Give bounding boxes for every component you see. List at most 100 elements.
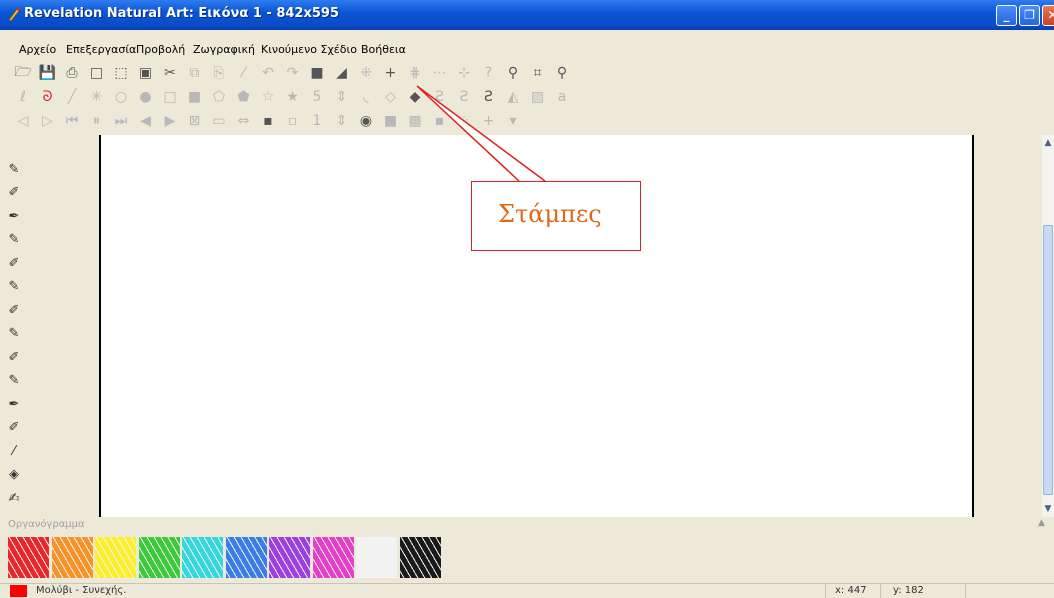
menu-view[interactable]: Προβολή [136, 43, 185, 56]
stamp-tool-icon[interactable]: ⚲ [504, 64, 522, 82]
symmetry-v-icon[interactable]: ⋕ [406, 64, 424, 82]
paste-icon[interactable]: ⎘ [210, 64, 228, 82]
restore-button[interactable]: ❐ [1019, 5, 1040, 26]
brush-dots-icon[interactable]: ⁘ [455, 112, 473, 130]
gradient-icon[interactable]: ■ [308, 64, 326, 82]
next-frame-icon[interactable]: ▷ [39, 112, 57, 130]
oil-tool-icon[interactable]: ✎ [6, 372, 22, 390]
smudge-tool-icon[interactable]: ✐ [6, 419, 22, 437]
eraser-tool-icon[interactable]: ◈ [6, 466, 22, 484]
brush-small-icon[interactable]: ▪ [431, 112, 449, 130]
frame-cross-icon[interactable]: ⊠ [186, 112, 204, 130]
frame-move-icon[interactable]: ⇔ [235, 112, 253, 130]
feather-tool-icon[interactable]: ✍ [6, 489, 22, 507]
brush-icon[interactable]: ⁄ [235, 64, 253, 82]
rect-outline-icon[interactable]: □ [161, 88, 179, 106]
open-icon[interactable]: 🗁 [14, 64, 32, 82]
color-swatch[interactable] [312, 537, 354, 578]
fill-icon[interactable]: ◭ [504, 88, 522, 106]
image-icon[interactable]: ▨ [529, 88, 547, 106]
prev-frame-icon[interactable]: ◁ [14, 112, 32, 130]
blob-icon[interactable]: ◇ [382, 88, 400, 106]
print-icon[interactable]: ⎙ [63, 64, 81, 82]
copy-icon[interactable]: ⧉ [186, 64, 204, 82]
pause-icon[interactable]: ⏸ [88, 112, 106, 130]
zoom-icon[interactable]: ⚲ [553, 64, 571, 82]
pentagon-filled-icon[interactable]: ⬟ [235, 88, 253, 106]
color-swatch[interactable] [182, 537, 223, 578]
panel-collapse-icon[interactable]: ▲ [1038, 518, 1045, 528]
arc-icon[interactable]: ◟ [357, 88, 375, 106]
menu-help[interactable]: Βοήθεια [361, 43, 406, 56]
brush-size-value[interactable]: 1 [308, 112, 326, 130]
color-swatch[interactable] [95, 537, 136, 578]
star-burst-icon[interactable]: ✳ [88, 88, 106, 106]
rect-filled-icon[interactable]: ■ [186, 88, 204, 106]
color-swatch[interactable] [225, 537, 267, 578]
crosshair-icon[interactable]: + [382, 64, 400, 82]
color-swatch[interactable] [269, 537, 310, 578]
symmetry-h-icon[interactable]: ⋯ [431, 64, 449, 82]
sides-value[interactable]: 5 [308, 88, 326, 106]
brush-soft-icon[interactable]: ▩ [406, 112, 424, 130]
curve-filled-icon[interactable]: Ƨ [480, 88, 498, 106]
brush-dot-icon[interactable]: ◉ [357, 112, 375, 130]
knife-tool-icon[interactable]: ⁄ [6, 442, 22, 460]
pastel-tool-icon[interactable]: ✐ [6, 301, 22, 319]
brush-cross-icon[interactable]: + [480, 112, 498, 130]
scroll-up-icon[interactable]: ▲ [1042, 137, 1054, 149]
menu-animation[interactable]: Κινούμενο Σχέδιο [261, 43, 357, 56]
brush-tool-icon[interactable]: ✐ [6, 254, 22, 272]
charcoal-tool-icon[interactable]: ✎ [6, 325, 22, 343]
current-color-swatch[interactable] [10, 585, 27, 597]
cut-icon[interactable]: ✂ [161, 64, 179, 82]
menu-file[interactable]: Αρχείο [19, 43, 56, 56]
rewind-icon[interactable]: ⏮ [63, 112, 81, 130]
frame-blank-icon[interactable]: ▫ [284, 112, 302, 130]
stamp-icon[interactable]: ⁜ [357, 64, 375, 82]
freehand-icon[interactable]: ᘐ [39, 88, 57, 106]
save-icon[interactable]: 💾 [39, 64, 57, 82]
marker-tool-icon[interactable]: ✐ [6, 184, 22, 202]
color-swatch[interactable] [356, 537, 397, 578]
new-page-icon[interactable]: □ [88, 64, 106, 82]
star-outline-icon[interactable]: ☆ [259, 88, 277, 106]
pentagon-outline-icon[interactable]: ⬠ [210, 88, 228, 106]
brush-dropdown-icon[interactable]: ▾ [504, 112, 522, 130]
menu-edit[interactable]: Επεξεργασία [66, 43, 136, 56]
undo-icon[interactable]: ↶ [259, 64, 277, 82]
lasso-icon[interactable]: ℓ [14, 88, 32, 106]
text-icon[interactable]: a [553, 88, 571, 106]
circle-outline-icon[interactable]: ○ [112, 88, 130, 106]
frame-list-icon[interactable]: ▭ [210, 112, 228, 130]
close-button[interactable]: ✕ [1042, 5, 1054, 26]
scroll-thumb[interactable] [1043, 225, 1053, 495]
brush-square-icon[interactable]: ■ [382, 112, 400, 130]
sides-spinner-icon[interactable]: ⇕ [333, 88, 351, 106]
texture-icon[interactable]: ◢ [333, 64, 351, 82]
ink-tool-icon[interactable]: ✒ [6, 395, 22, 413]
forward-icon[interactable]: ⏭ [112, 112, 130, 130]
crop-icon[interactable]: ⌗ [529, 64, 547, 82]
help-icon[interactable]: ? [480, 64, 498, 82]
shape-icon[interactable]: ◆ [406, 88, 424, 106]
brush-size-spinner-icon[interactable]: ⇕ [333, 112, 351, 130]
minimize-button[interactable]: _ [996, 5, 1017, 26]
onion-forward-icon[interactable]: ▶ [161, 112, 179, 130]
color-swatch[interactable] [51, 537, 93, 578]
curve-icon[interactable]: Ƨ [455, 88, 473, 106]
redo-icon[interactable]: ↷ [284, 64, 302, 82]
color-swatch[interactable] [138, 537, 180, 578]
select-icon[interactable]: ⬚ [112, 64, 130, 82]
line-icon[interactable]: ╱ [63, 88, 81, 106]
pencil-tool-icon[interactable]: ✎ [6, 160, 22, 178]
crayon-tool-icon[interactable]: ✎ [6, 231, 22, 249]
symmetry-icon[interactable]: ⊹ [455, 64, 473, 82]
color-swatch[interactable] [8, 537, 49, 578]
color-swatch[interactable] [399, 537, 441, 578]
onion-back-icon[interactable]: ◀ [137, 112, 155, 130]
frame-copy-icon[interactable]: ▪ [259, 112, 277, 130]
menu-paint[interactable]: Ζωγραφική [193, 43, 255, 56]
airbrush-tool-icon[interactable]: ✐ [6, 348, 22, 366]
circle-filled-icon[interactable]: ● [137, 88, 155, 106]
